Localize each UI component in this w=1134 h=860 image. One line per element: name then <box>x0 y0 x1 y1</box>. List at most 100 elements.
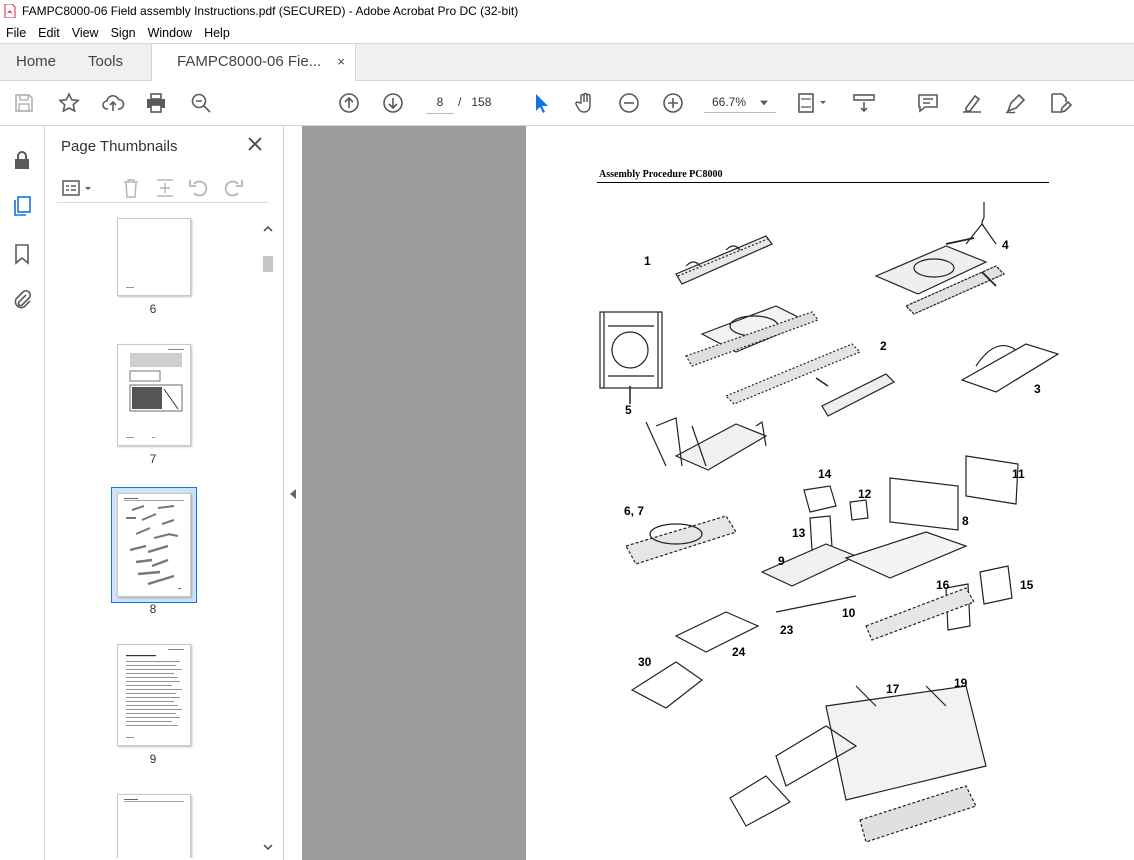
fit-page-icon <box>798 93 826 113</box>
callout-label: 16 <box>936 578 950 592</box>
trash-icon[interactable] <box>119 176 143 200</box>
paperclip-icon <box>14 289 32 309</box>
minus-circle-icon <box>619 93 639 113</box>
menu-sign[interactable]: Sign <box>105 26 142 40</box>
magnifier-minus-icon <box>191 93 211 113</box>
cloud-upload-icon <box>102 95 125 111</box>
rotate-right-icon[interactable] <box>221 176 245 200</box>
zoom-level-select[interactable]: 66.7% <box>704 91 776 113</box>
zoom-search-button[interactable] <box>189 91 213 115</box>
thumbnail-label: 8 <box>149 602 157 616</box>
save-icon <box>15 94 33 112</box>
scroll-mode-icon <box>853 94 875 113</box>
rotate-left-icon[interactable] <box>187 176 211 200</box>
select-tool-button[interactable] <box>529 91 553 115</box>
callout-label: 9 <box>778 554 785 568</box>
thumbnail-label: 6 <box>149 302 157 316</box>
previous-page-button[interactable] <box>337 91 361 115</box>
callout-label: 2 <box>880 339 887 353</box>
menu-help[interactable]: Help <box>198 26 236 40</box>
scrolling-mode-button[interactable] <box>852 91 876 115</box>
thumbnail-page[interactable] <box>117 344 191 446</box>
menu-view[interactable]: View <box>66 26 105 40</box>
page-thumbnails-panel: Page Thumbnails 6 7 8 9 <box>45 126 284 860</box>
insert-page-icon[interactable] <box>153 176 177 200</box>
page-number-input[interactable]: 8 <box>426 91 454 114</box>
tab-home[interactable]: Home <box>16 44 56 80</box>
callout-label: 1 <box>644 254 651 268</box>
main-toolbar <box>0 81 1134 196</box>
callout-label: 11 <box>1012 467 1025 481</box>
page-preview <box>124 498 184 589</box>
edit-document-icon <box>1051 93 1073 114</box>
callout-label: 17 <box>886 682 900 696</box>
scroll-down-icon[interactable] <box>261 840 275 854</box>
bookmarks-button[interactable] <box>10 242 34 266</box>
callout-label: 3 <box>1034 382 1041 396</box>
menu-edit[interactable]: Edit <box>32 26 66 40</box>
callout-label: 13 <box>792 526 806 540</box>
printer-icon <box>147 93 165 113</box>
page-thumbnails-button[interactable] <box>10 194 34 218</box>
panel-title: Page Thumbnails <box>61 138 178 155</box>
thumbnail-page[interactable] <box>117 794 191 858</box>
highlight-button[interactable] <box>960 91 984 115</box>
left-navigation-rail <box>0 126 45 860</box>
close-tab-icon[interactable]: × <box>337 54 345 69</box>
tab-document-label: FAMPC8000-06 Fie... <box>177 53 322 70</box>
zoom-level-value: 66.7% <box>712 95 747 109</box>
upload-button[interactable] <box>101 91 125 115</box>
scroll-up-icon[interactable] <box>261 222 275 236</box>
next-page-button[interactable] <box>381 91 405 115</box>
thumbnail-label: 9 <box>149 752 157 766</box>
callout-label: 6, 7 <box>624 504 645 518</box>
scrollbar-thumb[interactable] <box>263 256 273 272</box>
thumbnail-toolbar <box>57 176 269 203</box>
page-total: / 158 <box>458 95 492 109</box>
document-page: Assembly Procedure PC8000 1 4 2 5 3 6, 7… <box>526 126 1134 860</box>
comment-button[interactable] <box>916 91 940 115</box>
chevron-down-icon <box>760 100 768 106</box>
page-display-button[interactable] <box>796 91 830 115</box>
collapse-panel-icon[interactable] <box>288 488 298 500</box>
tab-document[interactable]: FAMPC8000-06 Fie... × <box>151 44 356 81</box>
thumbnail-page[interactable] <box>117 644 191 746</box>
lock-icon <box>15 151 29 169</box>
hand-tool-button[interactable] <box>573 91 597 115</box>
thumbnail-list: 6 7 8 9 <box>45 218 261 858</box>
thumbnail-scrollbar[interactable] <box>261 218 275 858</box>
callout-label: 12 <box>858 487 872 501</box>
menu-window[interactable]: Window <box>142 26 198 40</box>
callout-label: 8 <box>962 514 969 528</box>
zoom-out-button[interactable] <box>617 91 641 115</box>
page-preview <box>126 287 134 288</box>
cursor-arrow-icon <box>536 94 548 113</box>
security-button[interactable] <box>10 148 34 172</box>
sign-button[interactable] <box>1004 91 1028 115</box>
save-button[interactable] <box>12 91 36 115</box>
close-icon[interactable] <box>247 136 263 152</box>
thumbnail-page[interactable] <box>117 218 191 296</box>
edit-pdf-button[interactable] <box>1048 91 1073 115</box>
menu-file[interactable]: File <box>0 26 32 40</box>
pages-icon <box>14 196 31 216</box>
print-button[interactable] <box>144 91 168 115</box>
bookmark-star-button[interactable] <box>57 91 81 115</box>
zoom-in-button[interactable] <box>661 91 685 115</box>
hand-icon <box>575 92 591 113</box>
star-icon <box>58 92 80 113</box>
bookmark-icon <box>15 244 29 265</box>
callout-label: 19 <box>954 676 968 690</box>
tab-tools[interactable]: Tools <box>88 44 123 80</box>
page-preview <box>126 349 184 438</box>
attachments-button[interactable] <box>10 288 34 312</box>
comment-icon <box>918 94 938 113</box>
arrow-down-circle-icon <box>383 93 403 113</box>
thumbnail-options-icon[interactable] <box>61 176 93 200</box>
pen-nib-icon <box>1005 93 1026 114</box>
callout-label: 30 <box>638 655 652 669</box>
panel-splitter[interactable] <box>284 126 302 860</box>
thumbnail-page-selected[interactable] <box>117 493 191 597</box>
page-preview <box>124 799 184 802</box>
callout-label: 15 <box>1020 578 1034 592</box>
